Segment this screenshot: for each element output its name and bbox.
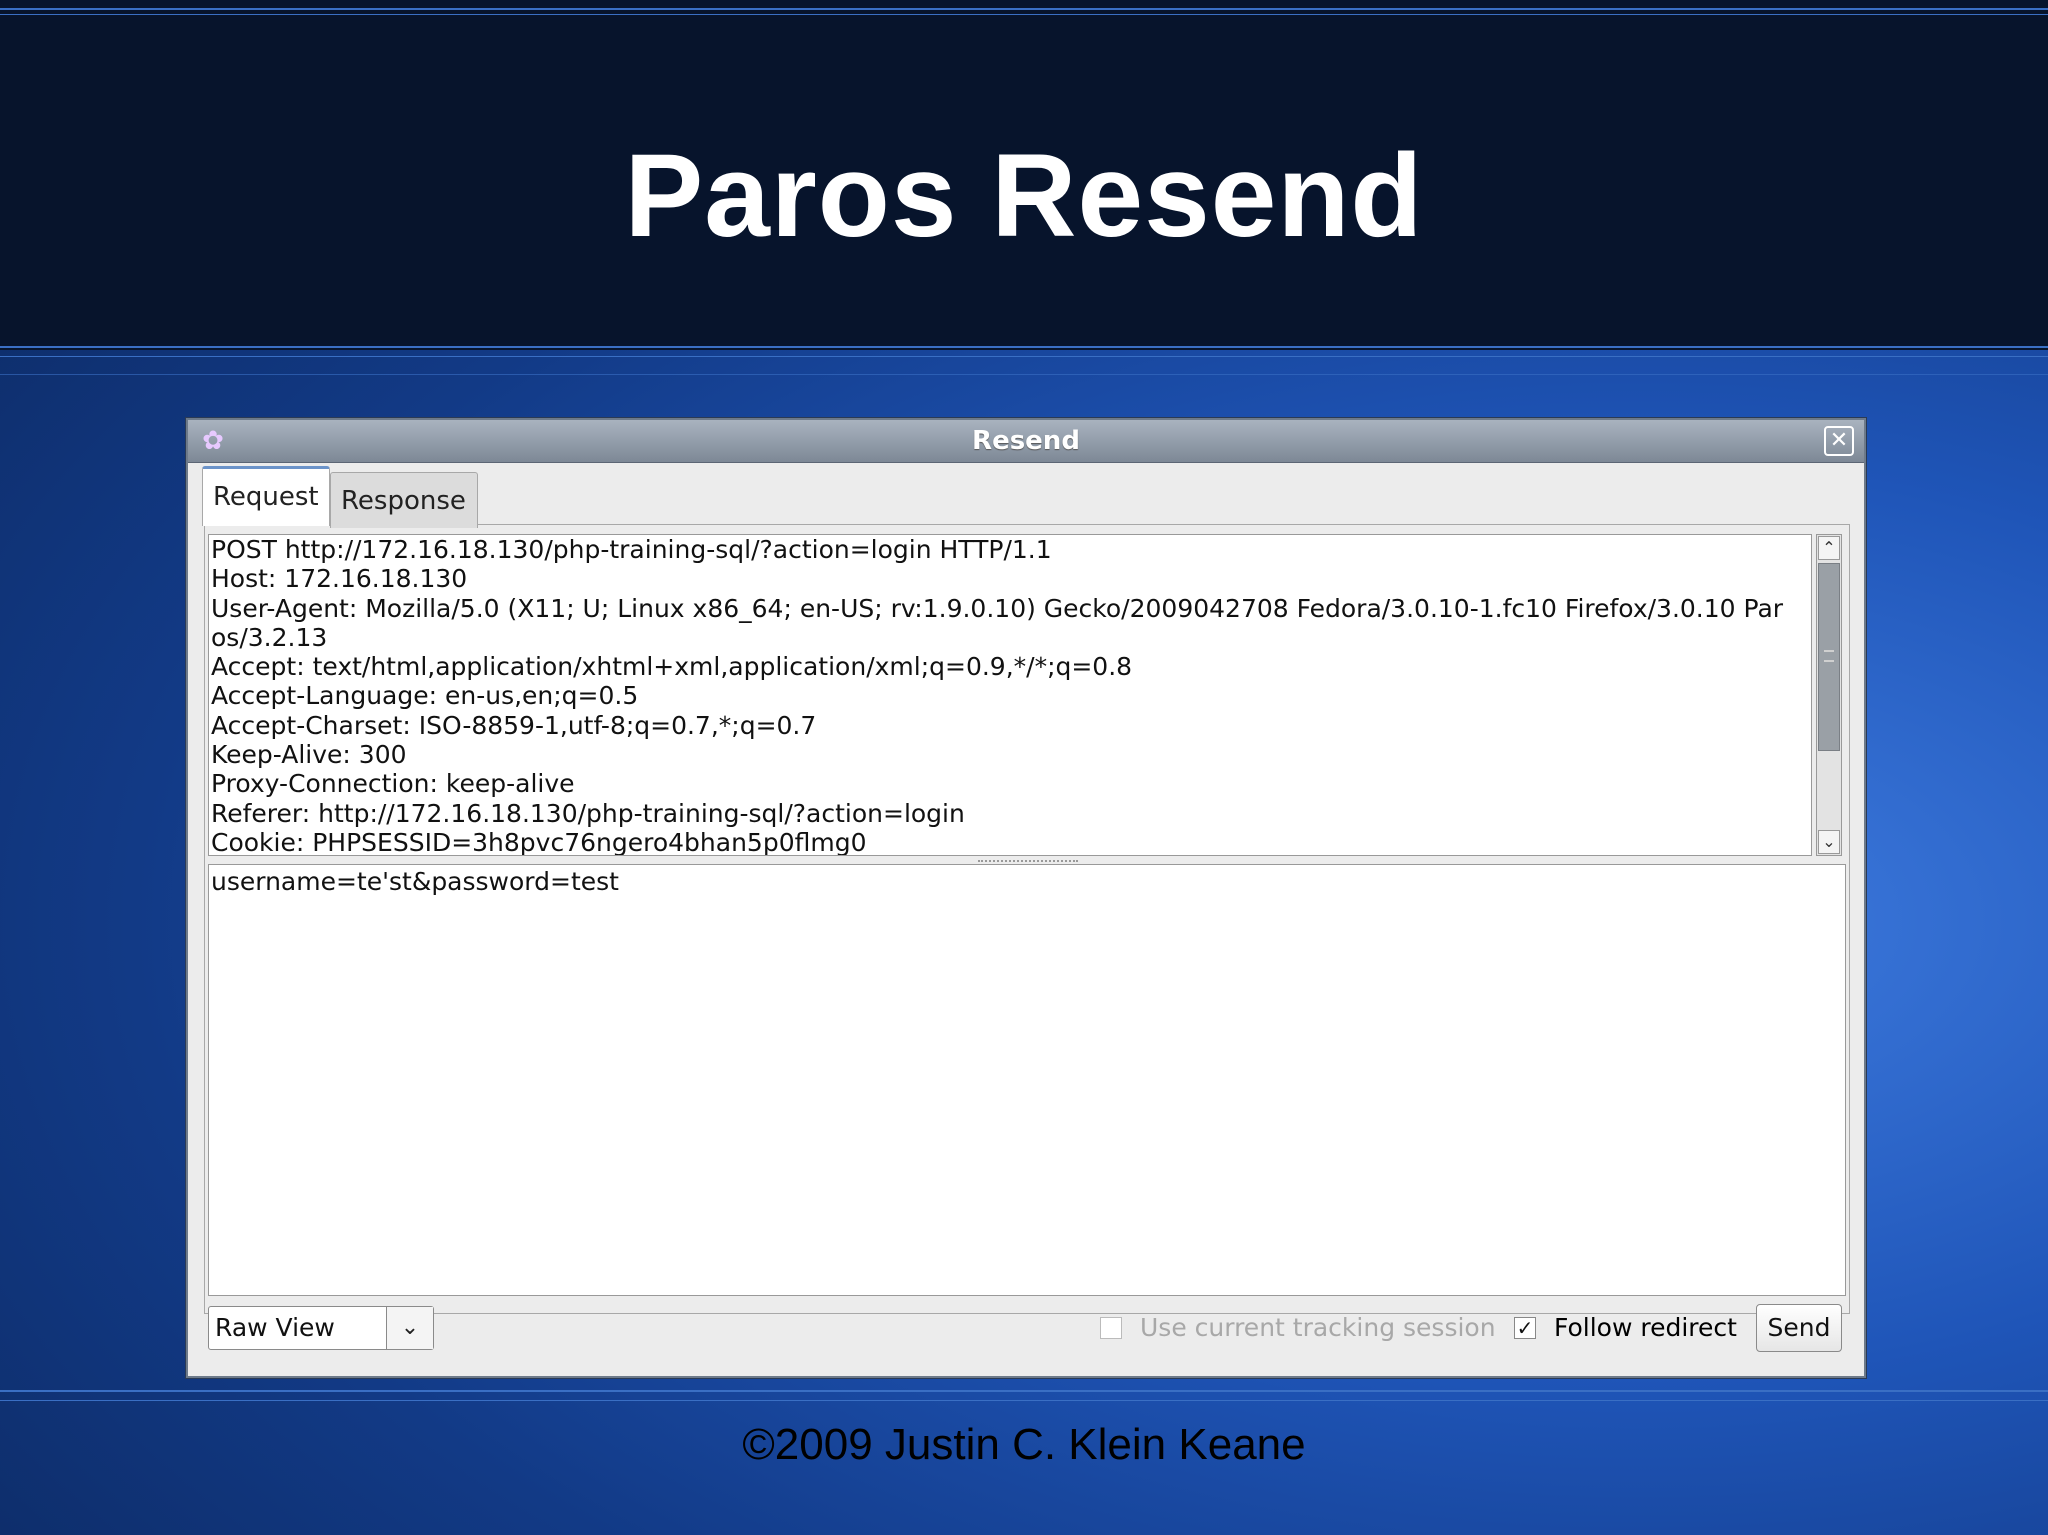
follow-redirect-label: Follow redirect bbox=[1554, 1313, 1737, 1342]
resend-dialog: ✿ Resend ✕ Request Response POST http://… bbox=[186, 418, 1866, 1378]
slide-title: Paros Resend bbox=[624, 130, 1424, 262]
checkmark-icon: ✓ bbox=[1516, 1316, 1534, 1340]
scrollbar-thumb[interactable] bbox=[1818, 563, 1840, 751]
send-button[interactable]: Send bbox=[1756, 1304, 1842, 1352]
close-button[interactable]: ✕ bbox=[1824, 426, 1854, 456]
header-line: os/3.2.13 bbox=[211, 622, 328, 652]
dialog-titlebar[interactable]: ✿ Resend ✕ bbox=[188, 420, 1864, 463]
header-top-rule bbox=[0, 8, 2048, 10]
header-top-rule-2 bbox=[0, 14, 2048, 15]
chevron-down-icon[interactable]: ⌄ bbox=[1818, 830, 1840, 854]
tab-request-label: Request bbox=[213, 482, 319, 512]
chevron-up-icon[interactable]: ⌃ bbox=[1818, 536, 1840, 560]
header-line: Referer: http://172.16.18.130/php-traini… bbox=[211, 798, 965, 828]
header-line: POST http://172.16.18.130/php-training-s… bbox=[211, 535, 1052, 564]
header-line: Accept-Charset: ISO-8859-1,utf-8;q=0.7,*… bbox=[211, 710, 817, 740]
view-mode-select[interactable]: Raw View ⌄ bbox=[208, 1306, 434, 1350]
header-line: Host: 172.16.18.130 bbox=[211, 564, 468, 594]
header-bottom-rule bbox=[0, 346, 2048, 348]
tab-response[interactable]: Response bbox=[330, 472, 478, 528]
close-icon: ✕ bbox=[1829, 428, 1849, 453]
header-line: Accept: text/html,application/xhtml+xml,… bbox=[211, 652, 1133, 682]
header-line: Cookie: PHPSESSID=3h8pvc76ngero4bhan5p0f… bbox=[211, 827, 867, 856]
header-line: Proxy-Connection: keep-alive bbox=[211, 769, 575, 799]
header-bottom-rule-2 bbox=[0, 356, 2048, 357]
footer-rule-2 bbox=[0, 1400, 2048, 1401]
view-mode-value: Raw View bbox=[215, 1313, 335, 1342]
header-bottom-rule-3 bbox=[0, 374, 2048, 375]
header-line: Accept-Language: en-us,en;q=0.5 bbox=[211, 681, 639, 711]
headers-scrollbar[interactable]: ⌃ ⌄ bbox=[1816, 534, 1842, 856]
request-body-text: username=te'st&password=test bbox=[211, 867, 619, 896]
request-body-textarea[interactable]: username=te'st&password=test bbox=[208, 864, 1846, 1296]
request-headers-textarea[interactable]: POST http://172.16.18.130/php-training-s… bbox=[208, 534, 1812, 856]
use-tracking-session-checkbox[interactable] bbox=[1100, 1317, 1122, 1339]
dialog-title: Resend bbox=[972, 426, 1080, 456]
tab-request[interactable]: Request bbox=[202, 466, 330, 526]
header-line: Keep-Alive: 300 bbox=[211, 740, 407, 770]
footer-rule bbox=[0, 1390, 2048, 1392]
use-tracking-session-label: Use current tracking session bbox=[1140, 1313, 1496, 1342]
tab-response-label: Response bbox=[341, 486, 466, 516]
grip-icon bbox=[1824, 650, 1834, 662]
header-line: User-Agent: Mozilla/5.0 (X11; U; Linux x… bbox=[211, 593, 1784, 623]
chevron-down-icon[interactable]: ⌄ bbox=[386, 1307, 433, 1349]
slide-footer: ©2009 Justin C. Klein Keane bbox=[742, 1420, 1306, 1469]
follow-redirect-checkbox[interactable]: ✓ bbox=[1514, 1317, 1536, 1339]
